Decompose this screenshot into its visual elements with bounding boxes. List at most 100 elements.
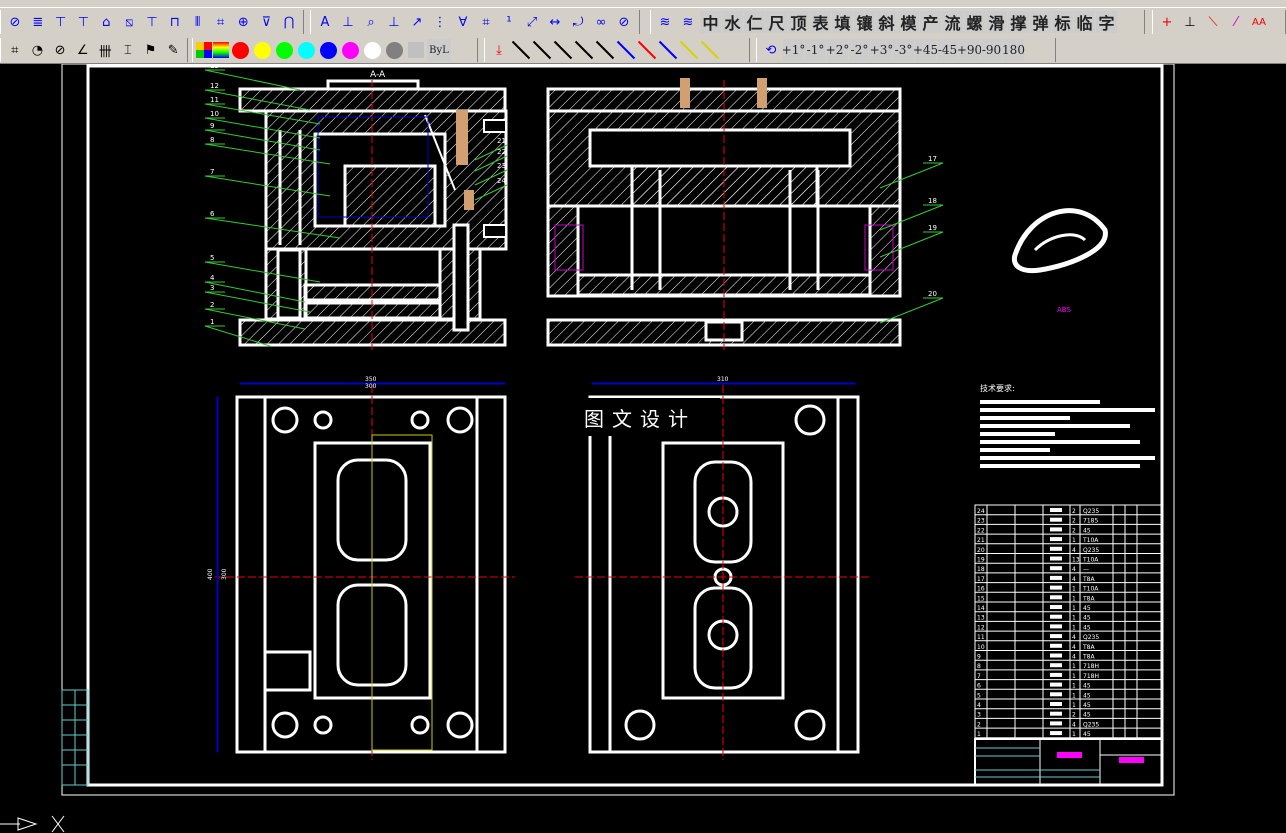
- drawing-canvas[interactable]: A-A 13121110987654321 21222324 17181920 …: [0, 64, 1286, 833]
- tolerance-icon[interactable]: ∀: [452, 11, 474, 33]
- linetype-button[interactable]: [595, 40, 615, 60]
- rotate-button[interactable]: +2°: [826, 39, 849, 61]
- linear-dim-icon[interactable]: ⊥: [383, 11, 405, 33]
- color-swatch[interactable]: [342, 41, 359, 59]
- datum-icon[interactable]: ⌗: [475, 11, 497, 33]
- linetype-button[interactable]: [700, 40, 720, 60]
- color-swatch[interactable]: [276, 41, 293, 59]
- linetype-button[interactable]: [679, 40, 699, 60]
- bom-qty: 1: [1072, 595, 1076, 602]
- centerline-icon[interactable]: +: [1156, 11, 1178, 33]
- cmd-button[interactable]: 表: [810, 11, 831, 33]
- bom-item-no: 8: [977, 663, 981, 670]
- rotate-button[interactable]: -2°: [849, 39, 870, 61]
- t-bolt-icon[interactable]: ⊤: [73, 11, 95, 33]
- cmd-button[interactable]: 顶: [788, 11, 809, 33]
- balloon-icon[interactable]: ⤾: [567, 11, 589, 33]
- rotate-button[interactable]: +1°: [782, 39, 805, 61]
- coord-dim-icon[interactable]: ⊥: [337, 11, 359, 33]
- trim-icon[interactable]: ⌗: [4, 39, 26, 61]
- rotate-icon[interactable]: ⟲: [760, 39, 782, 61]
- rotate-button[interactable]: +45: [913, 39, 938, 61]
- rotate-button[interactable]: -1°: [805, 39, 826, 61]
- edit-dim-icon[interactable]: ⚑: [140, 39, 162, 61]
- linetype-button[interactable]: [532, 40, 552, 60]
- dimension-icon[interactable]: ↔: [544, 11, 566, 33]
- layer-icon[interactable]: ≋: [654, 11, 676, 33]
- cmd-button[interactable]: 滑: [986, 11, 1007, 33]
- screw-icon[interactable]: ⊤: [50, 11, 72, 33]
- hatch-line-icon[interactable]: ⟍: [1202, 11, 1224, 33]
- countersink-icon[interactable]: ⊽: [255, 11, 277, 33]
- cmd-button[interactable]: 镶: [854, 11, 875, 33]
- color-swatch[interactable]: [320, 41, 337, 59]
- linetype-button[interactable]: [511, 40, 531, 60]
- cmd-button[interactable]: 中: [700, 11, 721, 33]
- sprue-icon[interactable]: ⊓: [164, 11, 186, 33]
- pencil-icon[interactable]: ✎: [162, 39, 184, 61]
- ref-icon[interactable]: ∞: [590, 11, 612, 33]
- bylayer-button[interactable]: ByL: [427, 39, 451, 61]
- color-swatch[interactable]: [386, 41, 403, 59]
- linetype-button[interactable]: [658, 40, 678, 60]
- angle-icon[interactable]: ∠: [72, 39, 94, 61]
- text-icon[interactable]: A: [314, 11, 336, 33]
- color-swatch[interactable]: [364, 41, 381, 59]
- lock-icon[interactable]: ⌗: [210, 11, 232, 33]
- rotate-button[interactable]: -90: [981, 39, 1002, 61]
- xy-label-icon[interactable]: ⤢: [521, 11, 543, 33]
- slope-icon[interactable]: ⁄: [1225, 11, 1247, 33]
- ejector-icon[interactable]: ⊤: [141, 11, 163, 33]
- layer-manager-icon[interactable]: ≋: [677, 11, 699, 33]
- target-icon[interactable]: ⊕: [232, 11, 254, 33]
- radius-icon[interactable]: ◔: [27, 39, 49, 61]
- text-align-icon[interactable]: AA: [1248, 11, 1270, 33]
- pin-icon[interactable]: ⌂: [95, 11, 117, 33]
- color-picker-icon[interactable]: [196, 42, 212, 58]
- cmd-button[interactable]: 产: [920, 11, 941, 33]
- cmd-button[interactable]: 流: [942, 11, 963, 33]
- cmd-button[interactable]: 模: [898, 11, 919, 33]
- line-weight-icon[interactable]: ⤓: [488, 39, 510, 61]
- cmd-button[interactable]: 撑: [1008, 11, 1029, 33]
- cmd-button[interactable]: 标: [1052, 11, 1073, 33]
- color-swatch[interactable]: [232, 41, 249, 59]
- continue-dim-icon[interactable]: ⌶: [117, 39, 139, 61]
- cmd-button[interactable]: 字: [1096, 11, 1117, 33]
- color-swatch[interactable]: [298, 41, 315, 59]
- rotate-button[interactable]: +90: [957, 39, 982, 61]
- cmd-button[interactable]: 仁: [744, 11, 765, 33]
- color-swatch[interactable]: [408, 42, 424, 58]
- linetype-button[interactable]: [553, 40, 573, 60]
- true-color-icon[interactable]: [213, 42, 229, 58]
- cmd-button[interactable]: 临: [1074, 11, 1095, 33]
- bushing-icon[interactable]: ⋂: [278, 11, 300, 33]
- linetype-button[interactable]: [616, 40, 636, 60]
- baseline-dim-icon[interactable]: 卌: [95, 39, 117, 61]
- thickness-icon[interactable]: ⊥: [1179, 11, 1201, 33]
- guide-bush-icon[interactable]: ⦀: [187, 11, 209, 33]
- cmd-button[interactable]: 斜: [876, 11, 897, 33]
- spring-icon[interactable]: ≣: [27, 11, 49, 33]
- cmd-button[interactable]: 水: [722, 11, 743, 33]
- superscript-icon[interactable]: ¹: [498, 11, 520, 33]
- color-swatch[interactable]: [254, 41, 271, 59]
- bom-material: T8A: [1082, 576, 1095, 583]
- cmd-button[interactable]: 螺: [964, 11, 985, 33]
- linetype-button[interactable]: [637, 40, 657, 60]
- linetype-button[interactable]: [574, 40, 594, 60]
- rotate-button[interactable]: -45: [937, 39, 958, 61]
- weld-icon[interactable]: ⊘: [613, 11, 635, 33]
- rotate-button[interactable]: -3°: [893, 39, 914, 61]
- leader-icon[interactable]: ⌕: [360, 11, 382, 33]
- ordinate-icon[interactable]: ⋮: [429, 11, 451, 33]
- diameter-icon[interactable]: ⊘: [49, 39, 71, 61]
- cmd-button[interactable]: 弹: [1030, 11, 1051, 33]
- angle-dim-icon[interactable]: ↗: [406, 11, 428, 33]
- cross-hatch-icon[interactable]: ⧅: [118, 11, 140, 33]
- cmd-button[interactable]: 填: [832, 11, 853, 33]
- rotate-button[interactable]: 180: [1002, 39, 1025, 61]
- cmd-button[interactable]: 尺: [766, 11, 787, 33]
- rotate-button[interactable]: +3°: [870, 39, 893, 61]
- hatch-icon[interactable]: ⊘: [4, 11, 26, 33]
